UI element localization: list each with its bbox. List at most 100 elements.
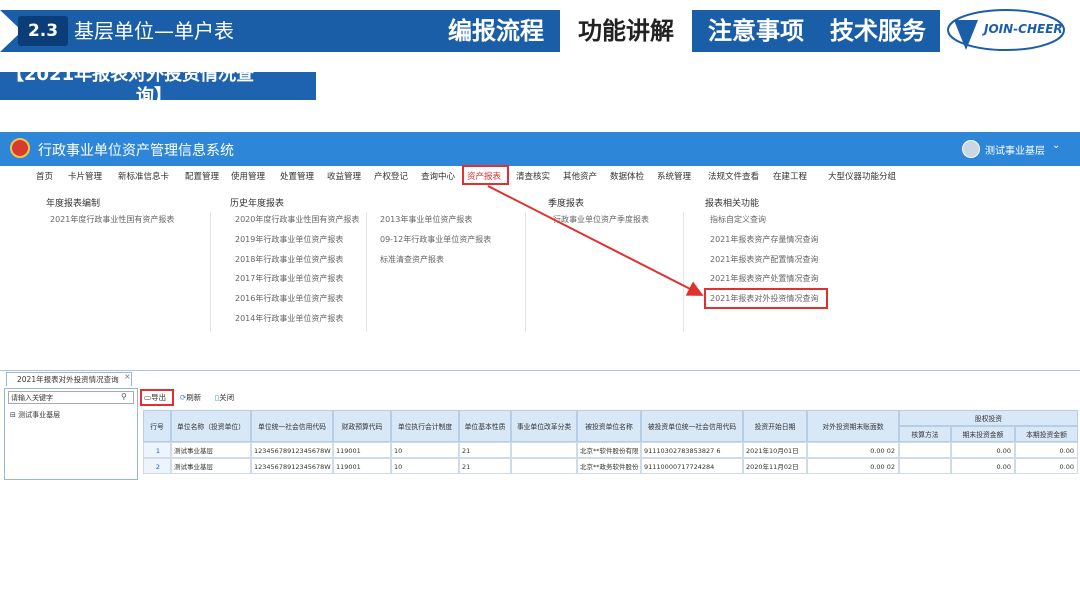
investment-grid: 行号 单位名称（投资单位） 单位统一社会信用代码 财政预算代码 单位执行会计制度… (143, 410, 1078, 480)
tree-node-label: 测试事业基层 (18, 411, 61, 419)
history-link[interactable]: 2013年事业单位资产报表 (380, 214, 472, 225)
divider (210, 212, 211, 332)
history-link[interactable]: 标准清查资产报表 (380, 254, 444, 265)
chevron-down-icon[interactable]: ⌄ (1052, 140, 1060, 151)
history-link[interactable]: 2019年行政事业单位资产报表 (235, 234, 343, 245)
col-header: 投资开始日期 (743, 410, 807, 442)
expand-icon[interactable]: ⊟ (10, 411, 16, 419)
row-number: 1 (143, 442, 171, 458)
menu-construction[interactable]: 在建工程 (773, 170, 807, 182)
table-cell[interactable]: 测试事业基层 (171, 458, 251, 474)
menu-home[interactable]: 首页 (36, 170, 53, 182)
menu-data-check[interactable]: 数据体检 (610, 170, 644, 182)
menu-disposal[interactable]: 处置管理 (280, 170, 314, 182)
menu-query-center[interactable]: 查询中心 (421, 170, 455, 182)
history-link[interactable]: 2018年行政事业单位资产报表 (235, 254, 343, 265)
menu-highlight-box (462, 165, 509, 185)
tab-notes[interactable]: 注意事项 (698, 10, 814, 52)
table-cell[interactable] (511, 458, 577, 474)
history-link[interactable]: 2017年行政事业单位资产报表 (235, 273, 343, 284)
table-cell[interactable]: 0.00 (1015, 458, 1078, 474)
annual-report-link[interactable]: 2021年度行政事业性国有资产报表 (50, 214, 174, 225)
table-cell[interactable]: 12345678912345678W (251, 442, 333, 458)
col-header: 被投资单位名称 (577, 410, 641, 442)
table-cell[interactable]: 10 (391, 442, 459, 458)
menu-new-standard-card[interactable]: 新标准信息卡 (118, 170, 169, 182)
table-cell[interactable]: 119001 (333, 442, 391, 458)
slide-header: 2.3 基层单位—单户表 编报流程 功能讲解 注意事项 技术服务 JOIN-CH… (0, 0, 1080, 62)
related-link[interactable]: 2021年报表资产处置情况查询 (710, 273, 818, 284)
tab-investment-query[interactable]: 2021年报表对外投资情况查询 (6, 372, 132, 386)
export-highlight-box (140, 389, 174, 406)
history-link[interactable]: 2020年度行政事业性国有资产报表 (235, 214, 359, 225)
table-cell[interactable]: 91110302783853827 6 (641, 442, 743, 458)
table-cell[interactable] (899, 458, 951, 474)
search-input[interactable]: 请输入关键字 (8, 391, 134, 404)
table-cell[interactable]: 0.00 (951, 442, 1015, 458)
history-link[interactable]: 2016年行政事业单位资产报表 (235, 293, 343, 304)
table-cell[interactable]: 测试事业基层 (171, 442, 251, 458)
table-cell[interactable]: 2020年11月02日 (743, 458, 807, 474)
table-cell[interactable]: 0.00 02 (807, 442, 899, 458)
table-cell[interactable]: 91110000717724284 (641, 458, 743, 474)
table-cell[interactable] (511, 442, 577, 458)
menu-inventory[interactable]: 清查核实 (516, 170, 550, 182)
divider (525, 212, 526, 332)
menu-instrument-groups[interactable]: 大型仪器功能分组 (828, 170, 896, 182)
col-header: 对外投资期末账面数 (807, 410, 899, 442)
close-icon[interactable]: × (124, 372, 131, 381)
table-cell[interactable]: 北京**政务软件股份 (577, 458, 641, 474)
table-cell[interactable]: 0.00 (1015, 442, 1078, 458)
user-name[interactable]: 测试事业基层 (985, 142, 1045, 157)
search-icon[interactable]: ⚲ (121, 392, 127, 401)
menu-other-assets[interactable]: 其他资产 (563, 170, 597, 182)
caption-line-1: 【2021年报表对外投资情况查 (6, 72, 255, 85)
tree-node[interactable]: ⊟ 测试事业基层 (10, 410, 60, 420)
related-link[interactable]: 指标自定义查询 (710, 214, 766, 225)
logo-text: JOIN-CHEER (984, 22, 1063, 36)
col-header: 单位执行会计制度 (391, 410, 459, 442)
table-cell[interactable]: 21 (459, 458, 511, 474)
col-header: 期末投资金额 (951, 426, 1015, 442)
menu-cards[interactable]: 卡片管理 (68, 170, 102, 182)
table-cell[interactable] (899, 442, 951, 458)
col-header: 财政预算代码 (333, 410, 391, 442)
table-cell[interactable]: 2021年10月01日 (743, 442, 807, 458)
col-header: 核算方法 (899, 426, 951, 442)
user-avatar[interactable] (962, 140, 980, 158)
table-cell[interactable]: 21 (459, 442, 511, 458)
menu-system[interactable]: 系统管理 (657, 170, 691, 182)
table-cell[interactable]: 北京**软件股份有限 (577, 442, 641, 458)
tab-process[interactable]: 编报流程 (438, 10, 554, 52)
col-header: 单位统一社会信用代码 (251, 410, 333, 442)
menu-income[interactable]: 收益管理 (327, 170, 361, 182)
col-header: 行号 (143, 410, 171, 442)
table-cell[interactable]: 0.00 (951, 458, 1015, 474)
slide-caption: 【2021年报表对外投资情况查 询】 (0, 72, 316, 100)
section-number: 2.3 (18, 16, 68, 46)
history-link[interactable]: 09-12年行政事业单位资产报表 (380, 234, 491, 245)
table-cell[interactable]: 0.00 02 (807, 458, 899, 474)
table-cell[interactable]: 119001 (333, 458, 391, 474)
col-header: 被投资单位统一社会信用代码 (641, 410, 743, 442)
menu-property[interactable]: 产权登记 (374, 170, 408, 182)
table-cell[interactable]: 10 (391, 458, 459, 474)
related-link[interactable]: 2021年报表资产存量情况查询 (710, 234, 818, 245)
related-link[interactable]: 2021年报表资产配置情况查询 (710, 254, 818, 265)
caption-line-2: 询】 (136, 86, 172, 101)
related-functions-title: 报表相关功能 (705, 199, 760, 209)
menu-use[interactable]: 使用管理 (231, 170, 265, 182)
tab-features[interactable]: 功能讲解 (560, 10, 692, 52)
quarter-report-link[interactable]: 行政事业单位资产季度报表 (553, 214, 649, 225)
menu-regulations[interactable]: 法规文件查看 (708, 170, 759, 182)
col-group-header: 股权投资 (899, 410, 1078, 426)
history-link[interactable]: 2014年行政事业单位资产报表 (235, 313, 343, 324)
section-title: 基层单位—单户表 (74, 19, 234, 43)
tab-support[interactable]: 技术服务 (820, 10, 936, 52)
col-header: 事业单位改革分类 (511, 410, 577, 442)
refresh-button[interactable]: ⟳刷新 (180, 391, 201, 404)
menu-config[interactable]: 配置管理 (185, 170, 219, 182)
close-button[interactable]: ▯关闭 (215, 391, 234, 404)
row-number: 2 (143, 458, 171, 474)
table-cell[interactable]: 12345678912345678W (251, 458, 333, 474)
